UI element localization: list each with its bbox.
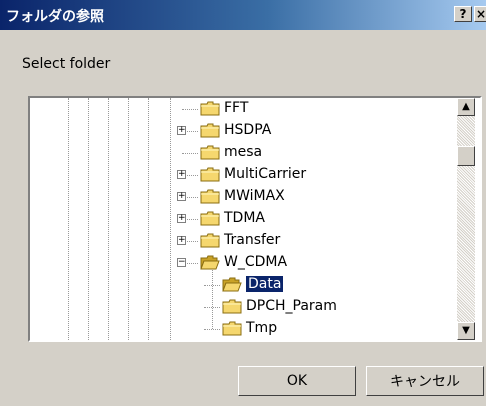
folder-closed-icon [200, 167, 220, 182]
tree-item-label[interactable]: Transfer [224, 232, 280, 248]
tree-connector [204, 285, 220, 286]
tree-connector [204, 307, 220, 308]
title-bar[interactable]: フォルダの参照 ? × [0, 0, 486, 30]
cancel-button[interactable]: キャンセル [366, 366, 484, 396]
scroll-up-arrow-icon[interactable]: ▲ [457, 98, 475, 116]
instruction-text: Select folder [22, 56, 111, 72]
folder-closed-icon [200, 233, 220, 248]
folder-open-icon [222, 277, 242, 292]
ok-button[interactable]: OK [238, 366, 356, 396]
expand-plus-icon[interactable]: + [177, 170, 186, 179]
tree-item[interactable]: + MultiCarrier [30, 164, 457, 186]
tree-item[interactable]: mesa [30, 142, 457, 164]
tree-item-label[interactable]: HSDPA [224, 122, 271, 138]
folder-closed-icon [222, 299, 242, 314]
tree-item-label[interactable]: MWiMAX [224, 188, 285, 204]
tree-item-label[interactable]: Data [244, 275, 285, 293]
folder-closed-icon [200, 145, 220, 160]
tree-item[interactable]: + HSDPA [30, 120, 457, 142]
expand-plus-icon[interactable]: + [177, 192, 186, 201]
help-button[interactable]: ? [454, 6, 472, 22]
tree-connector [182, 153, 198, 154]
tree-connector [182, 109, 198, 110]
tree-item-label[interactable]: Tmp [246, 320, 277, 336]
tree-item-label[interactable]: MultiCarrier [224, 166, 306, 182]
tree-item[interactable]: Data [30, 274, 457, 296]
tree-item-label[interactable]: W_CDMA [224, 254, 287, 270]
window-title: フォルダの参照 [6, 9, 104, 25]
tree-item-label[interactable]: mesa [224, 144, 262, 160]
tree-connector [204, 329, 220, 330]
folder-closed-icon [222, 321, 242, 336]
tree-item[interactable]: − W_CDMA [30, 252, 457, 274]
tree-item[interactable]: DPCH_Param [30, 296, 457, 318]
tree-item[interactable]: Tmp [30, 318, 457, 340]
expand-plus-icon[interactable]: + [177, 126, 186, 135]
scroll-thumb[interactable] [457, 146, 475, 166]
folder-closed-icon [200, 101, 220, 116]
tree-item[interactable]: + Transfer [30, 230, 457, 252]
expand-plus-icon[interactable]: + [177, 236, 186, 245]
browse-folder-dialog: フォルダの参照 ? × Select folder FFT + HSDPA mesa +… [0, 0, 486, 406]
collapse-minus-icon[interactable]: − [177, 258, 186, 267]
scroll-down-arrow-icon[interactable]: ▼ [457, 322, 475, 340]
folder-closed-icon [200, 189, 220, 204]
expand-plus-icon[interactable]: + [177, 214, 186, 223]
close-button[interactable]: × [474, 6, 486, 22]
folder-closed-icon [200, 123, 220, 138]
tree-item-label[interactable]: DPCH_Param [246, 298, 337, 314]
tree-item[interactable]: + TDMA [30, 208, 457, 230]
tree-item-label[interactable]: FFT [224, 100, 248, 116]
folder-tree[interactable]: FFT + HSDPA mesa + MultiCarrier + MWiMAX + TDMA + T… [28, 96, 482, 342]
folder-closed-icon [200, 211, 220, 226]
folder-open-icon [200, 255, 220, 270]
tree-item[interactable]: + MWiMAX [30, 186, 457, 208]
tree-item[interactable]: FFT [30, 98, 457, 120]
vertical-scrollbar[interactable]: ▲ ▼ [457, 98, 475, 340]
tree-item-label[interactable]: TDMA [224, 210, 265, 226]
